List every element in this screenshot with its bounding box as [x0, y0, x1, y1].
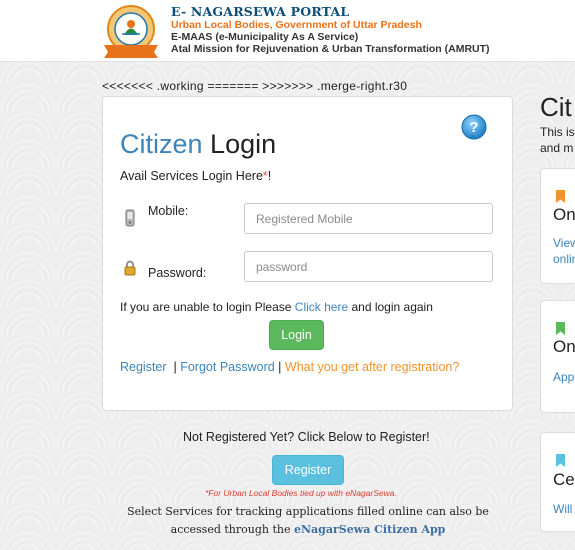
right-desc-line: This is — [540, 125, 575, 139]
right-section-title: Cit — [540, 92, 572, 122]
login-title-login: Login — [210, 129, 277, 159]
bookmark-icon — [556, 322, 565, 335]
portal-subtitle-amrut: Atal Mission for Rejuvenation & Urban Tr… — [171, 43, 490, 55]
site-header: E- NAGARSEWA PORTAL Urban Local Bodies, … — [0, 0, 575, 62]
separator: | — [274, 360, 285, 374]
service-card-1[interactable]: On View onlin — [540, 168, 575, 284]
svg-text:?: ? — [469, 119, 478, 136]
avail-exclaim: ! — [267, 169, 272, 183]
up-emblem-logo — [104, 5, 158, 58]
service-card-link[interactable]: Appl — [553, 369, 575, 385]
unable-prefix: If you are unable to login Please — [120, 300, 295, 314]
select-services-text: Select Services for tracking application… — [112, 503, 504, 539]
register-link[interactable]: Register — [120, 360, 167, 374]
right-desc-line: and m — [540, 141, 574, 155]
separator: | — [166, 360, 181, 374]
portal-subtitle-ulb: Urban Local Bodies, Government of Uttar … — [171, 19, 422, 31]
avail-services-text: Avail Services Login Here*! — [120, 169, 271, 183]
unable-suffix: and login again — [348, 300, 433, 314]
click-here-link[interactable]: Click here — [295, 300, 348, 314]
service-card-link[interactable]: View — [553, 235, 575, 251]
ulb-note: *For Urban Local Bodies tied up with eNa… — [205, 488, 397, 498]
login-button[interactable]: Login — [269, 320, 324, 350]
padlock-icon — [124, 260, 136, 276]
bookmark-icon — [556, 454, 565, 467]
service-card-2[interactable]: On Appl — [540, 300, 575, 413]
login-title-citizen: Citizen — [120, 129, 203, 159]
service-card-title: Cer — [553, 470, 575, 489]
header-text-block: E- NAGARSEWA PORTAL Urban Local Bodies, … — [171, 4, 490, 56]
mobile-phone-icon — [125, 209, 135, 227]
portal-title: E- NAGARSEWA PORTAL — [171, 4, 350, 19]
unable-to-login-text: If you are unable to login Please Click … — [120, 300, 433, 314]
not-registered-text: Not Registered Yet? Click Below to Regis… — [183, 430, 430, 444]
merge-conflict-marker: <<<<<<< .working ======= >>>>>>> .merge-… — [102, 79, 408, 93]
bookmark-icon — [556, 190, 565, 203]
what-you-get-link[interactable]: What you get after registration? — [285, 360, 459, 374]
mobile-input[interactable] — [244, 203, 493, 234]
citizen-app-link[interactable]: eNagarSewa Citizen App — [294, 523, 445, 536]
service-card-link[interactable]: onlin — [553, 251, 575, 267]
citizen-login-panel: ? Citizen Login Avail Services Login Her… — [102, 96, 513, 411]
service-card-title: On — [553, 337, 575, 356]
register-button[interactable]: Register — [272, 455, 344, 485]
password-label: Password: — [148, 266, 207, 280]
service-card-link[interactable]: Will — [553, 501, 572, 517]
password-input[interactable] — [244, 251, 493, 282]
login-title: Citizen Login — [120, 128, 276, 160]
service-card-3[interactable]: Cer Will — [540, 432, 575, 532]
right-section-desc: This is and m — [540, 124, 575, 156]
service-card-title: On — [553, 205, 575, 224]
avail-text: Avail Services Login Here — [120, 169, 263, 183]
login-links-row: Register | Forgot Password | What you ge… — [120, 360, 459, 374]
help-question-icon[interactable]: ? — [459, 113, 489, 143]
portal-subtitle-emaas: E-MAAS (e-Municipality As A Service) — [171, 31, 359, 43]
mobile-label: Mobile: — [148, 204, 189, 218]
forgot-password-link[interactable]: Forgot Password — [180, 360, 274, 374]
